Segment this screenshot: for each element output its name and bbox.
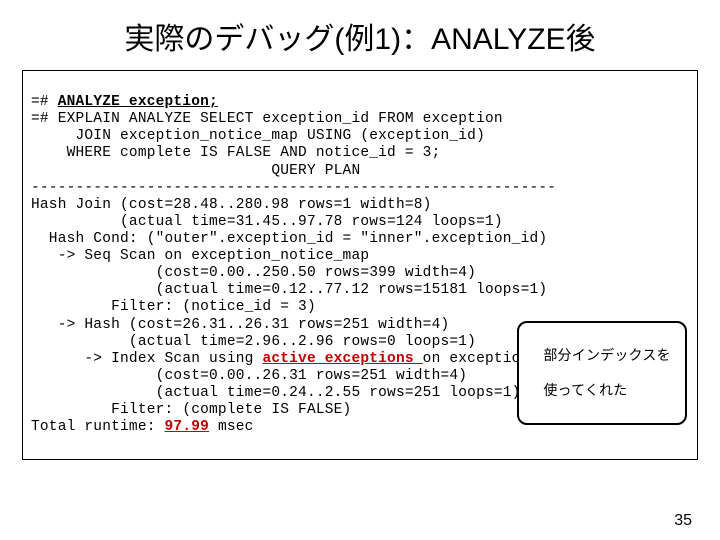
index-name: active_exceptions — [262, 351, 422, 367]
prompt-1: =# — [31, 94, 58, 110]
slide-title: 実際のデバッグ(例1)：ANALYZE後 — [0, 0, 720, 66]
page-number: 35 — [674, 512, 692, 530]
join-line: JOIN exception_notice_map USING (excepti… — [31, 128, 485, 144]
plan-l13: Filter: (complete IS FALSE) — [31, 402, 351, 418]
plan-l6: (actual time=0.12..77.12 rows=15181 loop… — [31, 282, 547, 298]
plan-l5: (cost=0.00..250.50 rows=399 width=4) — [31, 265, 476, 281]
plan-l10a: -> Index Scan using — [31, 351, 262, 367]
plan-l10c: on exception — [423, 351, 530, 367]
plan-l8: -> Hash (cost=26.31..26.31 rows=251 widt… — [31, 317, 449, 333]
divider: ----------------------------------------… — [31, 180, 556, 196]
plan-l2: (actual time=31.45..97.78 rows=124 loops… — [31, 214, 503, 230]
analyze-cmd: ANALYZE exception; — [58, 94, 218, 110]
callout-line1: 部分インデックスを — [543, 347, 670, 363]
where-line: WHERE complete IS FALSE AND notice_id = … — [31, 145, 440, 161]
plan-l11: (cost=0.00..26.31 rows=251 width=4) — [31, 368, 467, 384]
plan-l7: Filter: (notice_id = 3) — [31, 299, 316, 315]
plan-l4: -> Seq Scan on exception_notice_map — [31, 248, 369, 264]
total-runtime-label: Total runtime: — [31, 419, 165, 435]
prompt-explain: =# EXPLAIN ANALYZE SELECT exception_id F… — [31, 111, 503, 127]
plan-l9: (actual time=2.96..2.96 rows=0 loops=1) — [31, 334, 476, 350]
total-runtime-unit: msec — [209, 419, 254, 435]
plan-l12: (actual time=0.24..2.55 rows=251 loops=1… — [31, 385, 521, 401]
callout-box: 部分インデックスを 使ってくれた — [517, 321, 687, 425]
plan-l1: Hash Join (cost=28.48..280.98 rows=1 wid… — [31, 197, 432, 213]
plan-l3: Hash Cond: ("outer".exception_id = "inne… — [31, 231, 547, 247]
query-plan-block: =# ANALYZE exception; =# EXPLAIN ANALYZE… — [22, 70, 698, 460]
callout-line2: 使ってくれた — [543, 382, 627, 398]
total-runtime-value: 97.99 — [165, 419, 210, 435]
query-plan-header: QUERY PLAN — [31, 163, 360, 179]
